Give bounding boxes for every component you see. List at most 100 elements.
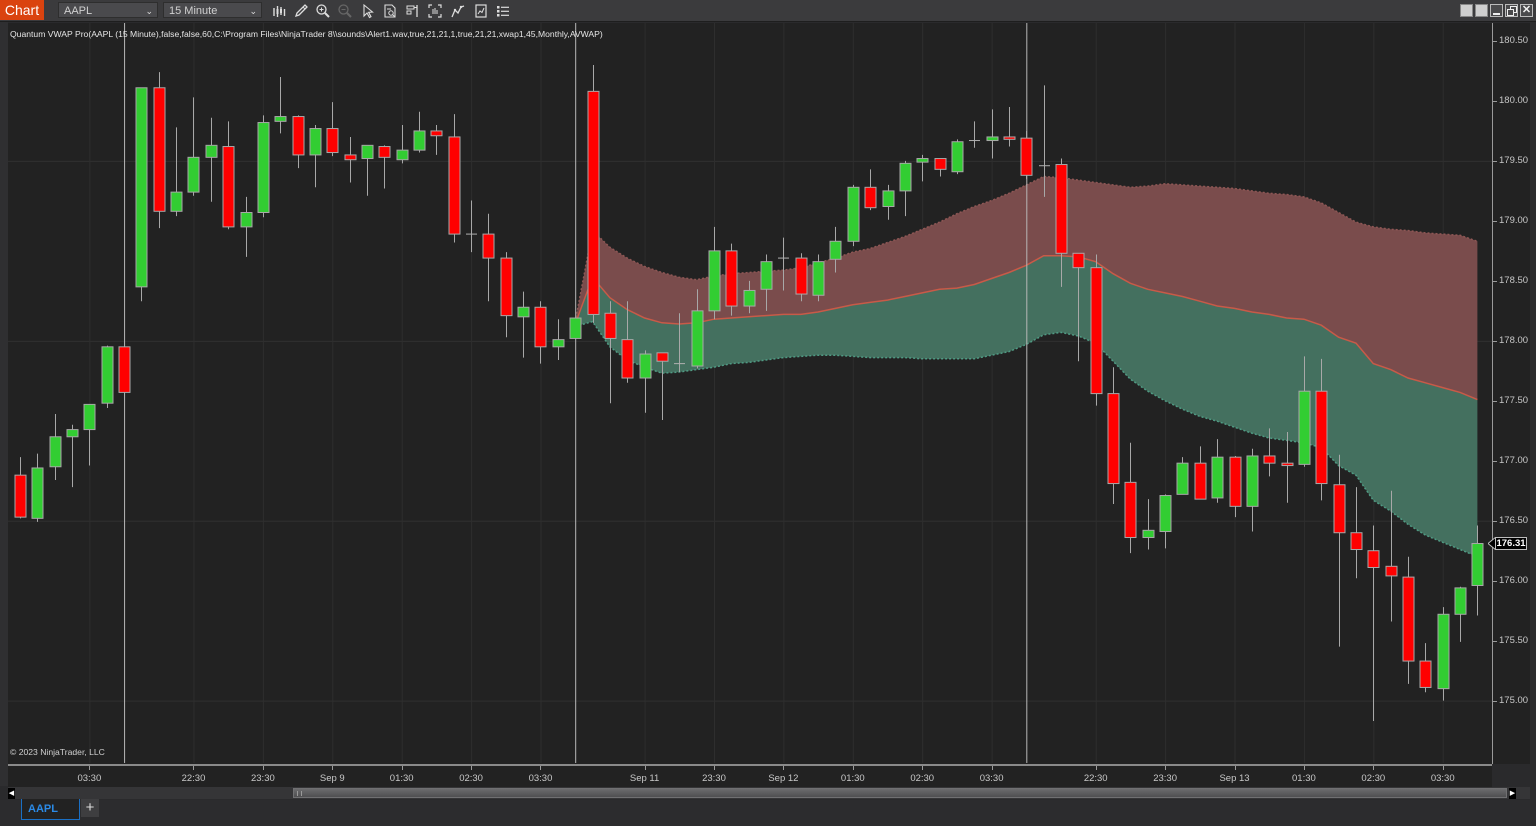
candle <box>812 254 825 302</box>
candle-body <box>829 240 842 260</box>
candle <box>569 317 582 339</box>
price-chart[interactable] <box>8 23 1492 763</box>
candle-body <box>760 261 773 290</box>
zoom-in-icon[interactable] <box>315 3 331 19</box>
chart-left-border <box>0 22 8 786</box>
candle-body <box>1454 587 1467 615</box>
candle-body <box>378 146 391 158</box>
price-tick-mark <box>1493 221 1497 222</box>
candle <box>604 301 617 404</box>
time-tick-label: Sep 9 <box>319 773 345 784</box>
candle-body <box>1402 576 1415 662</box>
candle <box>1176 457 1189 495</box>
scroll-left-arrow-icon[interactable]: ◀ <box>8 788 15 799</box>
scroll-right-arrow-icon[interactable]: ▶ <box>1509 788 1516 799</box>
price-tick-label: 176.00 <box>1499 574 1529 586</box>
instrument-selector[interactable]: AAPL ⌄ <box>58 2 158 18</box>
time-tick-mark <box>89 766 90 770</box>
price-tick-label: 178.00 <box>1499 334 1529 346</box>
candle-body <box>1437 613 1450 690</box>
close-icon[interactable]: ✕ <box>1520 4 1533 17</box>
time-tick-label: 02:30 <box>910 773 935 784</box>
candle-body <box>1124 481 1137 539</box>
zoom-out-icon[interactable] <box>337 3 353 19</box>
scrollbar-thumb[interactable] <box>293 788 1507 798</box>
candle <box>326 102 339 157</box>
time-tick-mark <box>1373 766 1374 770</box>
time-tick-label: 03:30 <box>77 773 102 784</box>
data-box-icon[interactable] <box>382 3 398 19</box>
properties-icon[interactable] <box>495 3 511 19</box>
indicator-label[interactable]: Quantum VWAP Pro(AAPL (15 Minute),false,… <box>10 29 603 39</box>
candle <box>864 169 877 211</box>
time-tick-mark <box>402 766 403 770</box>
candle <box>708 226 721 320</box>
candle <box>500 252 513 338</box>
candle-body <box>847 186 860 242</box>
tab-bar <box>0 800 1536 826</box>
strategies-icon[interactable] <box>473 3 489 19</box>
bar-type-icon[interactable] <box>271 3 287 19</box>
candle-body <box>552 339 565 348</box>
candle-body <box>534 306 547 348</box>
candle <box>1142 499 1155 550</box>
candle-body <box>1367 550 1380 569</box>
candle-body <box>153 87 166 212</box>
candle-body <box>1159 495 1172 533</box>
candle <box>1003 106 1016 147</box>
candle-body <box>1003 136 1016 140</box>
drawing-tools-icon[interactable] <box>293 3 309 19</box>
link-icon[interactable] <box>1460 4 1473 17</box>
time-axis[interactable]: 03:30 22:30 23:30 Sep 9 01:30 02:30 03:30 Sep 1… <box>8 764 1492 787</box>
pointer-icon[interactable] <box>360 3 376 19</box>
time-tick-label: 22:30 <box>181 773 206 784</box>
candle <box>587 64 600 323</box>
candle-body <box>691 310 704 367</box>
price-tick-label: 178.50 <box>1499 274 1529 286</box>
candle <box>934 158 947 177</box>
group-icon[interactable] <box>1475 4 1488 17</box>
tab-aapl[interactable]: AAPL <box>21 799 80 820</box>
candle <box>240 196 253 257</box>
candle-body <box>1333 484 1346 534</box>
last-price-value: 176.31 <box>1495 537 1527 551</box>
candle-body <box>986 136 999 142</box>
candle <box>951 139 964 175</box>
candle-body <box>500 257 513 317</box>
candle-body <box>170 191 183 212</box>
candle-body <box>1419 660 1432 688</box>
add-tab-button[interactable]: + <box>81 799 99 817</box>
candle <box>413 111 426 153</box>
timeframe-selector[interactable]: 15 Minute ⌄ <box>163 2 262 18</box>
candle <box>466 200 477 253</box>
candle <box>274 76 287 134</box>
chevron-down-icon: ⌄ <box>249 6 257 16</box>
time-tick-mark <box>540 766 541 770</box>
time-tick-mark <box>992 766 993 770</box>
time-tick-label: 02:30 <box>1361 773 1386 784</box>
minimize-icon[interactable] <box>1490 4 1503 17</box>
candle <box>986 109 999 159</box>
price-tick-mark <box>1493 401 1497 402</box>
candle-body <box>482 233 495 259</box>
snapshot-icon[interactable] <box>427 3 443 19</box>
price-tick-mark <box>1493 101 1497 102</box>
price-tick-mark <box>1493 461 1497 462</box>
candle-body <box>1281 462 1294 467</box>
candle-body <box>1471 543 1484 586</box>
time-tick-mark <box>853 766 854 770</box>
candle <box>1367 525 1380 722</box>
time-tick-label: 23:30 <box>250 773 275 784</box>
candle-body <box>587 90 600 315</box>
chart-trader-icon[interactable] <box>405 3 421 19</box>
chart-window-label[interactable]: Chart <box>0 0 44 20</box>
candle <box>205 117 218 202</box>
chart-right-border <box>1530 22 1536 800</box>
restore-icon[interactable] <box>1505 4 1518 17</box>
price-axis[interactable]: 180.50 180.00 179.50 179.00 178.50 178.00 177.… <box>1492 23 1530 764</box>
indicators-icon[interactable] <box>450 3 466 19</box>
candle-body <box>639 353 652 379</box>
candle <box>1246 448 1259 532</box>
candle-body <box>951 141 964 173</box>
candle-body <box>257 122 270 213</box>
